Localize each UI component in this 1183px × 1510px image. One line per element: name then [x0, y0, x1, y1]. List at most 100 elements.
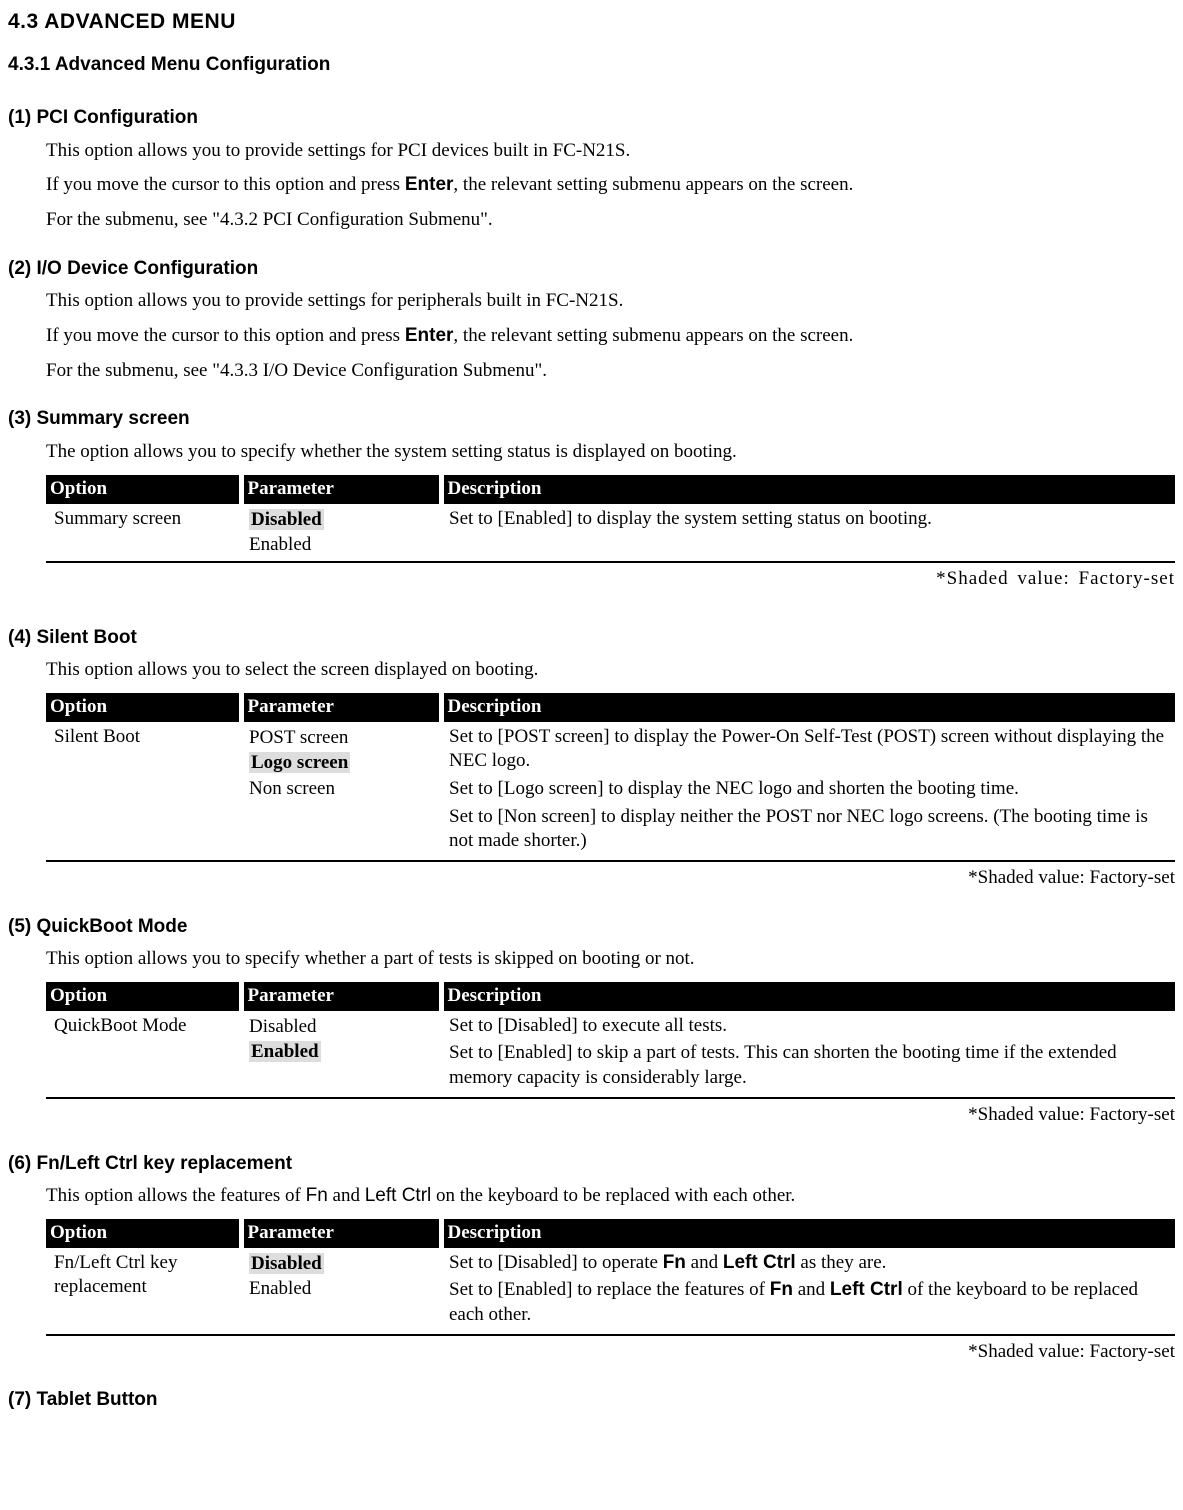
desc-line: Set to [Disabled] to execute all tests.: [449, 1014, 1167, 1039]
item6-p1a: This option allows the features of: [46, 1185, 306, 1206]
th-description: Description: [441, 693, 1175, 722]
item3-p1: The option allows you to specify whether…: [46, 440, 1175, 465]
param-factory-default: Logo screen: [249, 752, 350, 773]
th-parameter: Parameter: [241, 1219, 441, 1248]
enter-key-label: Enter: [405, 174, 454, 195]
cell-description: Set to [Enabled] to display the system s…: [441, 504, 1175, 562]
th-parameter: Parameter: [241, 475, 441, 504]
t: Set to [Disabled] to operate: [449, 1252, 663, 1273]
fn-key-label: Fn: [770, 1279, 793, 1300]
item4-heading: (4) Silent Boot: [8, 626, 1175, 651]
item6-heading: (6) Fn/Left Ctrl key replacement: [8, 1152, 1175, 1177]
fn-key-label: Fn: [306, 1185, 328, 1206]
item6-table: Option Parameter Description Fn/Left Ctr…: [46, 1219, 1175, 1336]
left-ctrl-key-label: Left Ctrl: [723, 1252, 796, 1273]
th-parameter: Parameter: [241, 982, 441, 1011]
cell-description: Set to [POST screen] to display the Powe…: [441, 722, 1175, 861]
item5-heading: (5) QuickBoot Mode: [8, 915, 1175, 940]
th-option: Option: [46, 693, 241, 722]
item6-p1e: on the keyboard to be replaced with each…: [431, 1185, 795, 1206]
table-header-row: Option Parameter Description: [46, 475, 1175, 504]
param-value: POST screen: [249, 725, 433, 751]
desc-line: Set to [Enabled] to replace the features…: [449, 1278, 1167, 1327]
cell-parameter: Disabled Enabled: [241, 1248, 441, 1335]
param-value: Disabled: [249, 1014, 433, 1040]
item5-table: Option Parameter Description QuickBoot M…: [46, 982, 1175, 1099]
param-factory-default: Enabled: [249, 1041, 321, 1062]
param-value: Non screen: [249, 776, 433, 802]
table-row: Silent Boot POST screen Logo screen Non …: [46, 722, 1175, 861]
th-option: Option: [46, 982, 241, 1011]
item6-body: This option allows the features of Fn an…: [46, 1184, 1175, 1364]
desc-line: Set to [Non screen] to display neither t…: [449, 805, 1167, 854]
item1-p3: For the submenu, see "4.3.2 PCI Configur…: [46, 208, 1175, 233]
fn-key-label: Fn: [663, 1252, 686, 1273]
cell-option: Silent Boot: [46, 722, 241, 861]
left-ctrl-key-label: Left Ctrl: [830, 1279, 903, 1300]
subsection-heading: 4.3.1 Advanced Menu Configuration: [8, 53, 1175, 78]
enter-key-label: Enter: [405, 325, 454, 346]
item7-heading: (7) Tablet Button: [8, 1388, 1175, 1413]
item1-body: This option allows you to provide settin…: [46, 139, 1175, 233]
item5-note: *Shaded value: Factory-set: [46, 1103, 1175, 1128]
item2-p2a: If you move the cursor to this option an…: [46, 325, 405, 346]
left-ctrl-key-label: Left Ctrl: [365, 1185, 432, 1206]
document-page: 4.3 ADVANCED MENU 4.3.1 Advanced Menu Co…: [0, 8, 1183, 1423]
item1-heading: (1) PCI Configuration: [8, 106, 1175, 131]
item4-body: This option allows you to select the scr…: [46, 658, 1175, 891]
cell-description: Set to [Disabled] to operate Fn and Left…: [441, 1248, 1175, 1335]
table-header-row: Option Parameter Description: [46, 1219, 1175, 1248]
item3-body: The option allows you to specify whether…: [46, 440, 1175, 591]
th-option: Option: [46, 475, 241, 504]
cell-description: Set to [Disabled] to execute all tests. …: [441, 1011, 1175, 1098]
t: as they are.: [796, 1252, 887, 1273]
desc-line: Set to [POST screen] to display the Powe…: [449, 725, 1167, 774]
table-row: Summary screen Disabled Enabled Set to […: [46, 504, 1175, 562]
t: and: [793, 1279, 830, 1300]
th-parameter: Parameter: [241, 693, 441, 722]
item6-p1c: and: [328, 1185, 365, 1206]
item1-p2c: , the relevant setting submenu appears o…: [453, 174, 853, 195]
item1-p2a: If you move the cursor to this option an…: [46, 174, 405, 195]
cell-parameter: Disabled Enabled: [241, 1011, 441, 1098]
item1-p1: This option allows you to provide settin…: [46, 139, 1175, 164]
section-heading: 4.3 ADVANCED MENU: [8, 8, 1175, 35]
desc-line: Set to [Enabled] to skip a part of tests…: [449, 1041, 1167, 1090]
param-value: Enabled: [249, 1276, 433, 1302]
param-value: Enabled: [249, 532, 433, 558]
table-header-row: Option Parameter Description: [46, 982, 1175, 1011]
item6-p1: This option allows the features of Fn an…: [46, 1184, 1175, 1209]
item5-p1: This option allows you to specify whethe…: [46, 947, 1175, 972]
item4-note: *Shaded value: Factory-set: [46, 866, 1175, 891]
desc-line: Set to [Logo screen] to display the NEC …: [449, 777, 1167, 802]
item3-note: *Shaded value: Factory-set: [46, 567, 1175, 592]
item2-p3: For the submenu, see "4.3.3 I/O Device C…: [46, 359, 1175, 384]
item5-body: This option allows you to specify whethe…: [46, 947, 1175, 1127]
item6-note: *Shaded value: Factory-set: [46, 1340, 1175, 1365]
item4-table: Option Parameter Description Silent Boot…: [46, 693, 1175, 862]
t: and: [686, 1252, 723, 1273]
cell-option: Summary screen: [46, 504, 241, 562]
desc-line: Set to [Disabled] to operate Fn and Left…: [449, 1251, 1167, 1276]
item3-heading: (3) Summary screen: [8, 407, 1175, 432]
table-row: Fn/Left Ctrl key replacement Disabled En…: [46, 1248, 1175, 1335]
table-header-row: Option Parameter Description: [46, 693, 1175, 722]
param-factory-default: Disabled: [249, 509, 324, 530]
item2-p2: If you move the cursor to this option an…: [46, 324, 1175, 349]
th-description: Description: [441, 1219, 1175, 1248]
item4-p1: This option allows you to select the scr…: [46, 658, 1175, 683]
cell-option: Fn/Left Ctrl key replacement: [46, 1248, 241, 1335]
table-row: QuickBoot Mode Disabled Enabled Set to […: [46, 1011, 1175, 1098]
item3-table: Option Parameter Description Summary scr…: [46, 475, 1175, 563]
th-option: Option: [46, 1219, 241, 1248]
item1-p2: If you move the cursor to this option an…: [46, 173, 1175, 198]
item2-p2c: , the relevant setting submenu appears o…: [453, 325, 853, 346]
item2-heading: (2) I/O Device Configuration: [8, 257, 1175, 282]
cell-parameter: POST screen Logo screen Non screen: [241, 722, 441, 861]
cell-option: QuickBoot Mode: [46, 1011, 241, 1098]
th-description: Description: [441, 475, 1175, 504]
t: Set to [Enabled] to replace the features…: [449, 1279, 770, 1300]
item2-p1: This option allows you to provide settin…: [46, 289, 1175, 314]
cell-parameter: Disabled Enabled: [241, 504, 441, 562]
param-factory-default: Disabled: [249, 1253, 324, 1274]
